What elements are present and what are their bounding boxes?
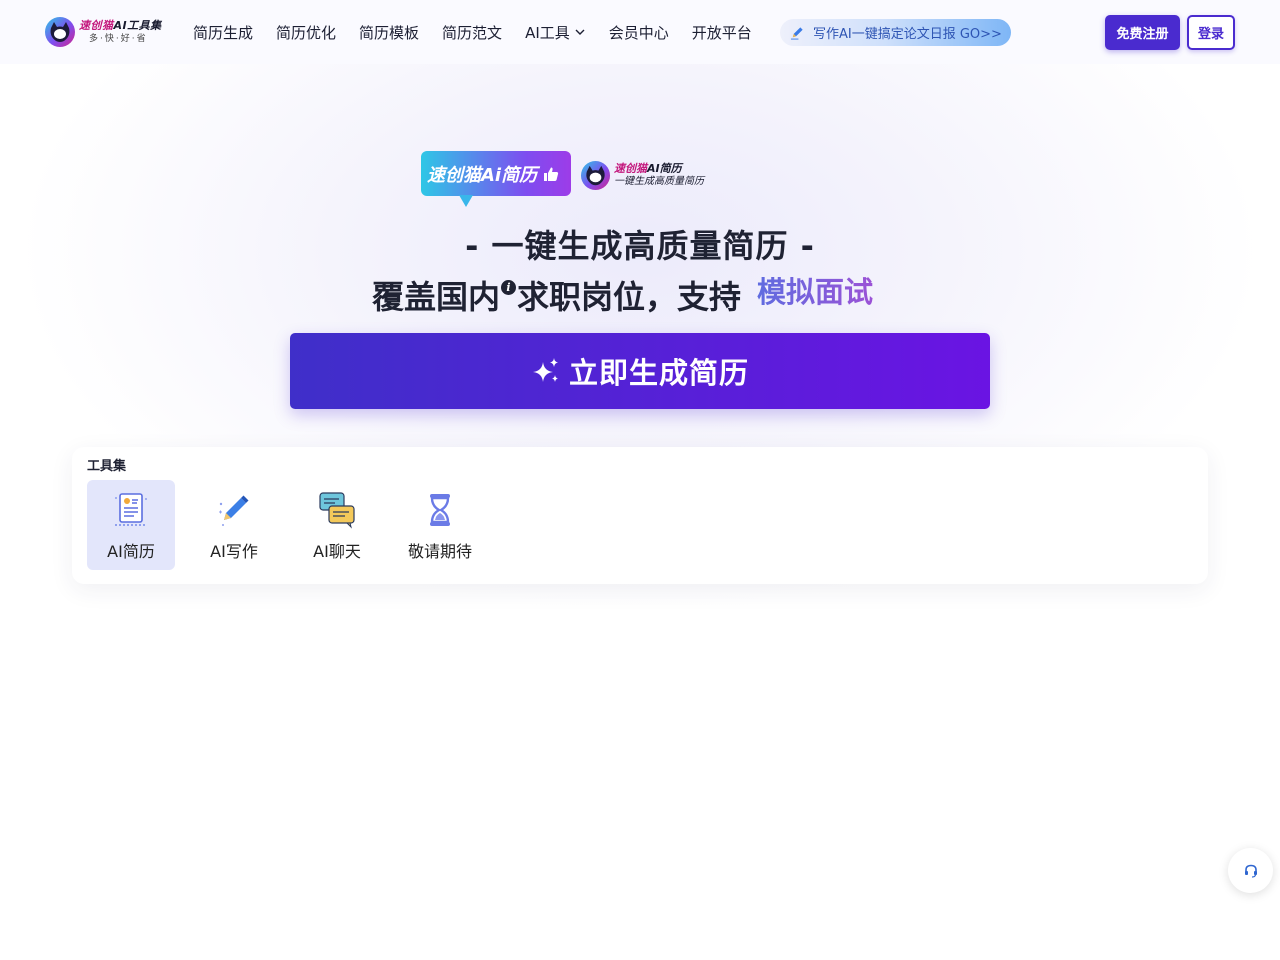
info-icon[interactable]: i <box>501 279 517 295</box>
register-button[interactable]: 免费注册 <box>1105 15 1180 50</box>
hourglass-icon <box>430 494 450 526</box>
tools-title: 工具集 <box>87 459 127 474</box>
thumbs-up-icon <box>544 167 559 181</box>
nav-item-resume-templates[interactable]: 简历模板 <box>359 22 419 43</box>
pen-writing-icon <box>219 495 249 526</box>
nav-item-resume-optimize[interactable]: 简历优化 <box>276 22 336 43</box>
logo-title: 速创猫AI工具集 <box>79 19 162 32</box>
nav-item-member-center[interactable]: 会员中心 <box>609 22 669 43</box>
tool-label: AI聊天 <box>313 542 361 561</box>
chat-bubbles-icon <box>319 492 355 529</box>
promo-text: 写作AI一键搞定论文日报 GO>> <box>813 27 1002 42</box>
customer-support-button[interactable] <box>1228 848 1273 893</box>
top-header: 速创猫AI工具集 多·快·好·省 简历生成 简历优化 简历模板 简历范文 AI工… <box>0 0 1280 64</box>
resume-product-logo: 速创猫AI简历 一键生成高质量简历 <box>580 158 705 192</box>
feature-rotator: 模拟面试 <box>757 273 897 317</box>
cat-logo-icon <box>580 160 611 190</box>
generate-resume-button[interactable]: 立即生成简历 <box>290 333 990 409</box>
nav-item-resume-generate[interactable]: 简历生成 <box>193 22 253 43</box>
product-badge: 速创猫Ai简历 <box>421 151 571 207</box>
product-badge-text: 速创猫Ai简历 <box>427 164 538 186</box>
hero-subline: 覆盖国内 i 求职岗位，支持 模拟面试 <box>372 273 897 317</box>
resume-logo-title: 速创猫AI简历 <box>614 162 682 175</box>
tools-panel: 工具集 AI简历 AI写作 AI聊天 敬请期待 <box>72 447 1208 584</box>
writing-promo-banner[interactable]: 写作AI一键搞定论文日报 GO>> <box>780 19 1011 46</box>
brand-logo[interactable]: 速创猫AI工具集 多·快·好·省 <box>44 15 174 49</box>
tool-ai-chat[interactable]: AI聊天 <box>293 480 381 570</box>
cat-logo-icon <box>45 17 75 47</box>
sparkles-icon <box>532 358 558 382</box>
resume-document-icon <box>115 493 147 526</box>
generate-resume-label: 立即生成简历 <box>568 358 749 390</box>
tool-ai-resume[interactable]: AI简历 <box>87 480 175 570</box>
headset-icon <box>1244 864 1257 878</box>
subline-prefix: 覆盖国内 <box>372 278 501 316</box>
hero-headline: - 一键生成高质量简历 - <box>465 227 815 265</box>
main-nav: 简历生成 简历优化 简历模板 简历范文 AI工具 会员中心 开放平台 <box>193 0 775 64</box>
nav-item-ai-tools[interactable]: AI工具 <box>525 22 586 43</box>
tool-ai-writing[interactable]: AI写作 <box>190 480 278 570</box>
subline-suffix: 求职岗位，支持 <box>517 278 742 316</box>
tool-label: AI简历 <box>107 542 155 561</box>
login-button[interactable]: 登录 <box>1187 15 1235 50</box>
tool-coming-soon[interactable]: 敬请期待 <box>396 480 484 570</box>
logo-slogan: 多·快·好·省 <box>89 34 148 44</box>
pencil-icon <box>790 27 803 40</box>
nav-item-open-platform[interactable]: 开放平台 <box>692 22 752 43</box>
tool-label: 敬请期待 <box>407 542 472 561</box>
resume-logo-slogan: 一键生成高质量简历 <box>614 176 704 187</box>
chevron-down-icon <box>575 29 585 35</box>
nav-item-resume-samples[interactable]: 简历范文 <box>442 22 502 43</box>
rotating-feature-text: 模拟面试 <box>757 275 874 309</box>
tool-grid: AI简历 AI写作 AI聊天 敬请期待 <box>87 480 499 570</box>
tool-label: AI写作 <box>210 542 258 561</box>
